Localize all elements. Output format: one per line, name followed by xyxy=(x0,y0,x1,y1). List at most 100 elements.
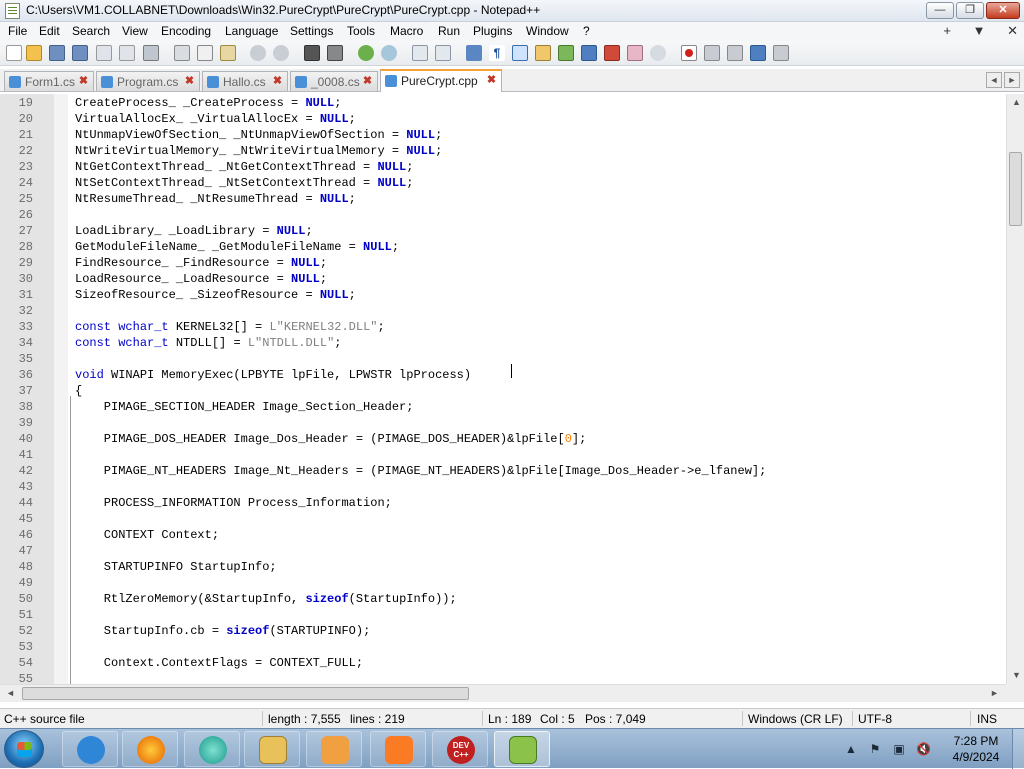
tab-close-icon[interactable]: ✖ xyxy=(486,75,497,86)
code-line[interactable]: 44 PROCESS_INFORMATION Process_Informati… xyxy=(0,495,1006,511)
print-icon[interactable] xyxy=(143,45,159,61)
menu-view[interactable]: View xyxy=(122,24,148,38)
scroll-down-arrow-icon[interactable]: ▼ xyxy=(1012,670,1021,680)
code-line[interactable]: 22 NtWriteVirtualMemory_ _NtWriteVirtualM… xyxy=(0,143,1006,159)
code-line[interactable]: 53 xyxy=(0,639,1006,655)
stop-recording-icon[interactable] xyxy=(704,45,720,61)
minimize-button[interactable]: — xyxy=(926,2,954,19)
code-line[interactable]: 32 xyxy=(0,303,1006,319)
code-line[interactable]: 50 RtlZeroMemory(&StartupInfo, sizeof(St… xyxy=(0,591,1006,607)
tab-0008-cs[interactable]: _0008.cs ✖ xyxy=(290,71,378,91)
code-line[interactable]: 20 VirtualAllocEx_ _VirtualAllocEx = NULL… xyxy=(0,111,1006,127)
horizontal-scrollbar[interactable]: ◄ ► xyxy=(0,684,1006,702)
function-list-icon[interactable] xyxy=(581,45,597,61)
close-all-icon[interactable] xyxy=(119,45,135,61)
code-line[interactable]: 25 NtResumeThread_ _NtResumeThread = NULL… xyxy=(0,191,1006,207)
eye-icon[interactable] xyxy=(650,45,666,61)
code-line[interactable]: 55 xyxy=(0,671,1006,684)
code-line[interactable]: 39 xyxy=(0,415,1006,431)
tab-purecrypt-cpp[interactable]: PureCrypt.cpp ✖ xyxy=(380,69,502,92)
menu-encoding[interactable]: Encoding xyxy=(161,24,211,38)
start-button[interactable] xyxy=(4,730,44,768)
show-all-characters-icon[interactable]: ¶ xyxy=(489,45,505,61)
run-multiple-icon[interactable] xyxy=(750,45,766,61)
tab-hallo-cs[interactable]: Hallo.cs ✖ xyxy=(202,71,288,91)
code-line[interactable]: 40 PIMAGE_DOS_HEADER Image_Dos_Header = … xyxy=(0,431,1006,447)
code-line[interactable]: 47 xyxy=(0,543,1006,559)
undo-icon[interactable] xyxy=(250,45,266,61)
code-editor[interactable]: 19 CreateProcess_ _CreateProcess = NULL; 2… xyxy=(0,94,1006,684)
menu-edit[interactable]: Edit xyxy=(39,24,60,38)
taskbar-internet-explorer[interactable] xyxy=(62,731,118,767)
user-defined-language-icon[interactable] xyxy=(535,45,551,61)
show-hidden-icons-icon[interactable]: ▲ xyxy=(844,742,858,756)
vertical-scroll-thumb[interactable] xyxy=(1009,152,1022,226)
sync-horizontal-icon[interactable] xyxy=(435,45,451,61)
monitoring-icon[interactable] xyxy=(627,45,643,61)
taskbar-media-player[interactable] xyxy=(306,731,362,767)
folder-as-workspace-icon[interactable] xyxy=(604,45,620,61)
code-line[interactable]: 26 xyxy=(0,207,1006,223)
code-line[interactable]: 29 FindResource_ _FindResource = NULL; xyxy=(0,255,1006,271)
tab-form1-cs[interactable]: Form1.cs ✖ xyxy=(4,71,94,91)
code-line[interactable]: 46 CONTEXT Context; xyxy=(0,527,1006,543)
volume-muted-icon[interactable]: 🔇 xyxy=(916,742,931,756)
close-file-icon[interactable] xyxy=(96,45,112,61)
indent-guide-icon[interactable] xyxy=(512,45,528,61)
tab-scroll-left-button[interactable]: ◄ xyxy=(986,72,1002,88)
clock-time[interactable]: 7:28 PM xyxy=(946,734,1006,748)
code-line[interactable]: 19 CreateProcess_ _CreateProcess = NULL; xyxy=(0,95,1006,111)
code-line[interactable]: 51 xyxy=(0,607,1006,623)
close-document-button[interactable]: ✕ xyxy=(1007,23,1018,38)
cut-icon[interactable] xyxy=(174,45,190,61)
tab-list-button[interactable]: ▼ xyxy=(973,23,986,38)
word-wrap-icon[interactable] xyxy=(466,45,482,61)
redo-icon[interactable] xyxy=(273,45,289,61)
horizontal-scroll-thumb[interactable] xyxy=(22,687,469,700)
menu-settings[interactable]: Settings xyxy=(290,24,333,38)
zoom-out-icon[interactable] xyxy=(381,45,397,61)
paste-icon[interactable] xyxy=(220,45,236,61)
menu-file[interactable]: File xyxy=(8,24,27,38)
playback-icon[interactable] xyxy=(727,45,743,61)
document-map-icon[interactable] xyxy=(558,45,574,61)
menu-plugins[interactable]: Plugins xyxy=(473,24,512,38)
taskbar-notepad-plus-plus[interactable] xyxy=(494,731,550,767)
taskbar-firefox[interactable] xyxy=(122,731,178,767)
menu-window[interactable]: Window xyxy=(526,24,569,38)
code-line[interactable]: 36 void WINAPI MemoryExec(LPBYTE lpFile, … xyxy=(0,367,1006,383)
menu-run[interactable]: Run xyxy=(438,24,460,38)
code-line[interactable]: 37 { xyxy=(0,383,1006,399)
code-line[interactable]: 31 SizeofResource_ _SizeofResource = NULL… xyxy=(0,287,1006,303)
code-line[interactable]: 43 xyxy=(0,479,1006,495)
tab-close-icon[interactable]: ✖ xyxy=(362,76,373,87)
scroll-left-arrow-icon[interactable]: ◄ xyxy=(6,688,15,698)
scroll-up-arrow-icon[interactable]: ▲ xyxy=(1012,97,1021,107)
code-line[interactable]: 35 xyxy=(0,351,1006,367)
menu-macro[interactable]: Macro xyxy=(390,24,423,38)
tab-close-icon[interactable]: ✖ xyxy=(78,76,89,87)
menu-search[interactable]: Search xyxy=(72,24,110,38)
code-line[interactable]: 23 NtGetContextThread_ _NtGetContextThrea… xyxy=(0,159,1006,175)
save-macro-icon[interactable] xyxy=(773,45,789,61)
code-line[interactable]: 30 LoadResource_ _LoadResource = NULL; xyxy=(0,271,1006,287)
clock-date[interactable]: 4/9/2024 xyxy=(946,750,1006,764)
taskbar-file-explorer[interactable] xyxy=(244,731,300,767)
code-line[interactable]: 21 NtUnmapViewOfSection_ _NtUnmapViewOfSe… xyxy=(0,127,1006,143)
menu-language[interactable]: Language xyxy=(225,24,278,38)
new-tab-button[interactable]: + xyxy=(943,23,951,38)
code-line[interactable]: 38 PIMAGE_SECTION_HEADER Image_Section_H… xyxy=(0,399,1006,415)
menu-help[interactable]: ? xyxy=(583,24,590,38)
code-line[interactable]: 33 const wchar_t KERNEL32[] = L"KERNEL32.… xyxy=(0,319,1006,335)
maximize-button[interactable]: ❐ xyxy=(956,2,984,19)
find-icon[interactable] xyxy=(304,45,320,61)
tab-close-icon[interactable]: ✖ xyxy=(272,76,283,87)
close-button[interactable]: ✕ xyxy=(986,2,1020,19)
taskbar-dev-cpp[interactable]: DEV C++ xyxy=(432,731,488,767)
code-line[interactable]: 34 const wchar_t NTDLL[] = L"NTDLL.DLL"; xyxy=(0,335,1006,351)
scroll-right-arrow-icon[interactable]: ► xyxy=(990,688,999,698)
code-line[interactable]: 41 xyxy=(0,447,1006,463)
replace-icon[interactable] xyxy=(327,45,343,61)
tab-scroll-right-button[interactable]: ► xyxy=(1004,72,1020,88)
network-icon[interactable]: ▣ xyxy=(892,742,906,756)
